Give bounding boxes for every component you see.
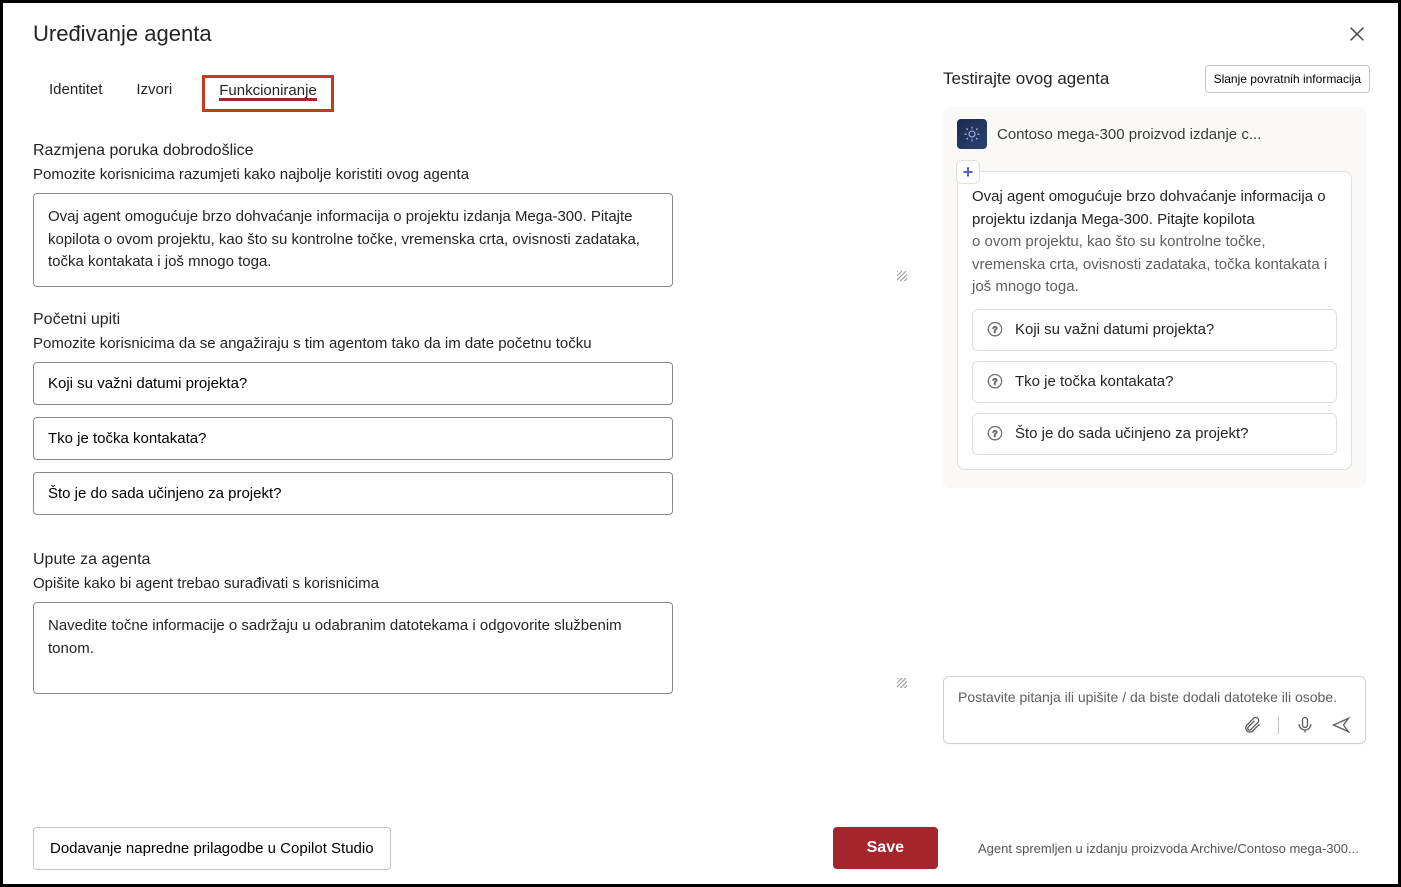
chat-input-box[interactable]: Postavite pitanja ili upišite / da biste…	[943, 676, 1366, 744]
suggestion-2[interactable]: ? Tko je točka kontakata?	[972, 361, 1337, 403]
welcome-message-textarea[interactable]: Ovaj agent omogućuje brzo dohvaćanje inf…	[33, 193, 673, 287]
instructions-textarea[interactable]: Navedite točne informacije o sadržaju u …	[33, 602, 673, 694]
footer: Dodavanje napredne prilagodbe u Copilot …	[3, 812, 1398, 884]
starter-section-sub: Pomozite korisnicima da se angažiraju s …	[33, 335, 913, 352]
welcome-section-sub: Pomozite korisnicima razumjeti kako najb…	[33, 166, 913, 183]
send-feedback-button[interactable]: Slanje povratnih informacija	[1205, 65, 1370, 93]
chat-bubble-icon: ?	[985, 320, 1005, 340]
starter-prompt-input-1[interactable]	[33, 362, 673, 405]
instructions-section-title: Upute za agenta	[33, 551, 913, 569]
svg-text:?: ?	[993, 429, 998, 439]
chat-bubble-icon: ?	[985, 372, 1005, 392]
save-button[interactable]: Save	[833, 827, 938, 869]
starter-prompt-input-3[interactable]	[33, 472, 673, 515]
agent-card: Contoso mega-300 proizvod izdanje c... +…	[943, 107, 1366, 488]
intro-line-1: Ovaj agent omogućuje brzo dohvaćanje inf…	[972, 188, 1326, 228]
send-icon[interactable]	[1331, 715, 1351, 735]
header: Uređivanje agenta	[3, 3, 1398, 55]
save-status-text: Agent spremljen u izdanju proizvoda Arch…	[978, 841, 1368, 856]
advanced-customization-button[interactable]: Dodavanje napredne prilagodbe u Copilot …	[33, 827, 391, 870]
mic-icon[interactable]	[1295, 715, 1315, 735]
welcome-section-title: Razmjena poruka dobrodošlice	[33, 142, 913, 160]
app-frame: Uređivanje agenta Identitet Izvori Funkc…	[0, 0, 1401, 887]
svg-text:?: ?	[993, 376, 998, 386]
page-title: Uređivanje agenta	[33, 21, 212, 47]
suggestion-3[interactable]: ? Što je do sada učinjeno za projekt?	[972, 413, 1337, 455]
divider	[1278, 716, 1279, 734]
suggestion-1[interactable]: ? Koji su važni datumi projekta?	[972, 309, 1337, 351]
instructions-section-sub: Opišite kako bi agent trebao surađivati …	[33, 575, 913, 592]
tab-funkcioniranje[interactable]: Funkcioniranje	[202, 75, 334, 112]
agent-name: Contoso mega-300 proizvod izdanje c...	[997, 126, 1352, 143]
chat-placeholder: Postavite pitanja ili upišite / da biste…	[958, 689, 1351, 705]
agent-avatar-icon	[957, 119, 987, 149]
suggestion-3-text: Što je do sada učinjeno za projekt?	[1015, 424, 1249, 444]
tab-identitet[interactable]: Identitet	[45, 75, 106, 112]
intro-line-2: o ovom projektu, kao što su kontrolne to…	[972, 233, 1327, 295]
plus-icon[interactable]: +	[956, 160, 980, 184]
chat-bubble-icon: ?	[985, 424, 1005, 444]
tab-izvori[interactable]: Izvori	[132, 75, 176, 112]
suggestion-2-text: Tko je točka kontakata?	[1015, 372, 1173, 392]
attach-icon[interactable]	[1242, 715, 1262, 735]
starter-section-title: Početni upiti	[33, 311, 913, 329]
chat-input: Postavite pitanja ili upišite / da biste…	[943, 676, 1370, 744]
starter-prompt-input-2[interactable]	[33, 417, 673, 460]
suggestion-1-text: Koji su važni datumi projekta?	[1015, 320, 1214, 340]
agent-intro-bubble: + Ovaj agent omogućuje brzo dohvaćanje i…	[957, 171, 1352, 470]
tab-bar: Identitet Izvori Funkcioniranje	[45, 75, 913, 112]
editor-panel: Identitet Izvori Funkcioniranje Razmjena…	[3, 55, 943, 806]
close-icon[interactable]	[1346, 23, 1368, 45]
preview-panel: Testirajte ovog agenta Slanje povratnih …	[943, 55, 1398, 806]
preview-title: Testirajte ovog agenta	[943, 69, 1109, 89]
svg-text:?: ?	[993, 324, 998, 334]
intro-text: Ovaj agent omogućuje brzo dohvaćanje inf…	[972, 186, 1337, 299]
